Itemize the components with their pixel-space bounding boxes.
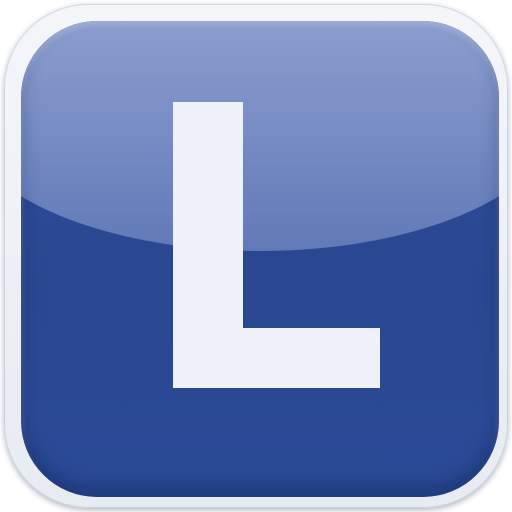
gloss-highlight — [21, 21, 499, 251]
app-icon-tile — [21, 21, 499, 497]
app-icon-canvas: L — [0, 0, 512, 512]
app-icon-frame[interactable] — [4, 4, 508, 508]
